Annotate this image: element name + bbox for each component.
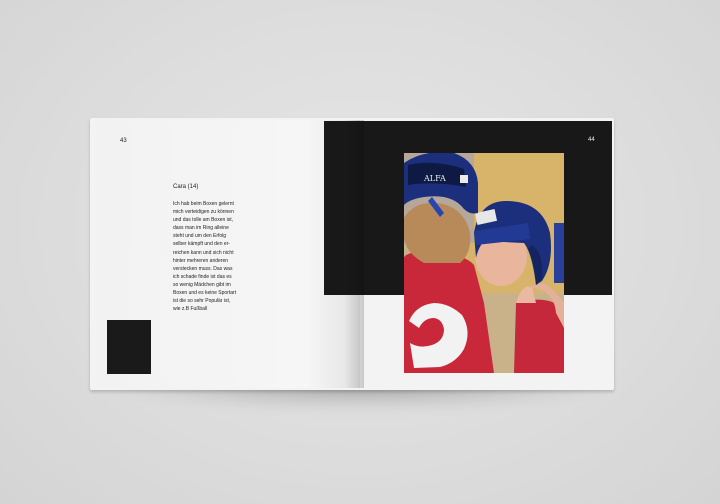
- interview-text: Ich hab beim Boxen gelernt mich verteidi…: [173, 201, 237, 313]
- boxing-photo: ALFA: [404, 153, 564, 373]
- interview-heading: Cara (14): [173, 184, 199, 190]
- right-page-number: 44: [588, 137, 595, 143]
- book-spine: [344, 120, 364, 388]
- headgear-label: ALFA: [423, 174, 446, 183]
- left-page-number: 43: [120, 138, 127, 144]
- black-square-decoration: [107, 320, 151, 374]
